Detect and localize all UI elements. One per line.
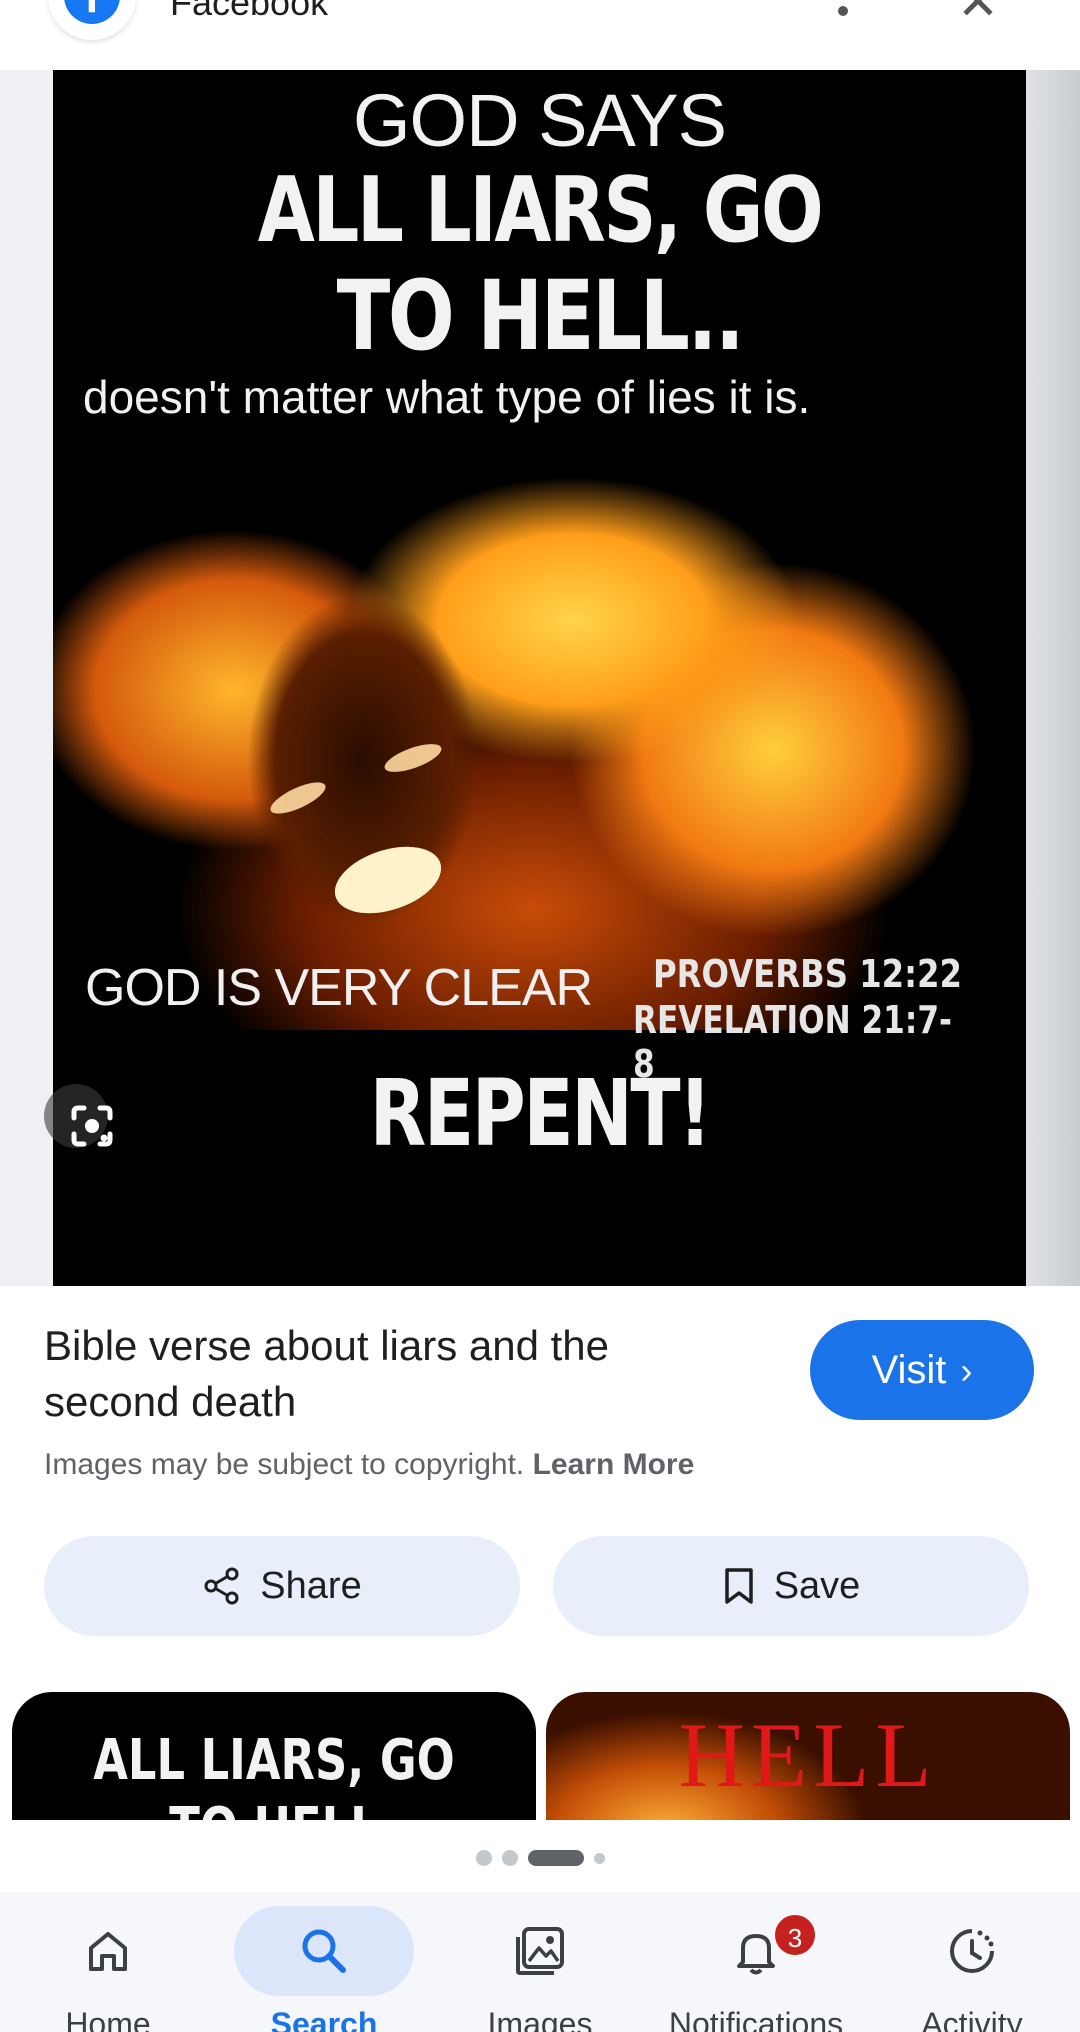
activity-icon (950, 1929, 994, 1973)
nav-activity[interactable]: Activity (872, 1892, 1072, 2032)
notification-badge: 3 (772, 1912, 818, 1958)
nav-search[interactable]: Search (224, 1892, 424, 2032)
pager-dot-active (527, 1850, 584, 1866)
fire-face-illustration (53, 430, 1026, 1030)
image-text-line2: ALL LIARS, GO (257, 158, 824, 263)
save-button[interactable]: Save (553, 1536, 1029, 1636)
bottom-navigation: Home Search Images 3 Notifications Activ… (0, 1892, 1080, 2032)
home-icon (89, 1932, 127, 1971)
nav-icon-wrap (234, 1906, 414, 1996)
face-mouth (326, 834, 450, 926)
related-image-text: TO HELL (64, 1796, 483, 1820)
related-image[interactable]: HELL (546, 1692, 1070, 1820)
nav-images[interactable]: Images (440, 1892, 640, 2032)
top-bar: f Facebook ✕ (0, 0, 1080, 70)
pager-dot (475, 1850, 492, 1866)
nav-notifications[interactable]: 3 Notifications (656, 1892, 856, 2032)
save-label: Save (773, 1564, 861, 1607)
image-text-line1: GOD SAYS (352, 79, 727, 162)
image-text-ref1: PROVERBS 12:22 (653, 952, 963, 996)
facebook-logo: f (48, 0, 136, 40)
image-viewer: GOD SAYS ALL LIARS, GO TO HELL.. doesn't… (0, 70, 1080, 1286)
nav-label: Notifications (668, 2006, 844, 2032)
nav-label: Images (487, 2006, 593, 2032)
facebook-icon: f (64, 0, 120, 24)
bookmark-icon (722, 1566, 756, 1606)
nav-home[interactable]: Home (8, 1892, 208, 2032)
nav-label: Search (270, 2006, 378, 2032)
share-icon (202, 1566, 242, 1606)
face-eye (266, 776, 330, 820)
image-text-line6: REPENT! (369, 1060, 712, 1167)
previous-image-peek[interactable] (0, 70, 53, 1286)
next-image-peek[interactable] (1026, 70, 1080, 1286)
nav-icon-wrap (666, 1906, 846, 1996)
nav-icon-wrap (450, 1906, 630, 1996)
learn-more-link[interactable]: Learn More (533, 1448, 695, 1481)
image-text-line5: GOD IS VERY CLEAR (85, 959, 593, 1017)
lens-icon[interactable] (68, 1102, 116, 1150)
share-button[interactable]: Share (44, 1536, 520, 1636)
copyright-notice: Images may be subject to copyright. Lear… (44, 1448, 694, 1482)
source-name[interactable]: Facebook (170, 0, 328, 24)
main-image[interactable]: GOD SAYS ALL LIARS, GO TO HELL.. doesn't… (53, 70, 1026, 1286)
pager-dot (593, 1852, 605, 1864)
visit-button[interactable]: Visit › (810, 1320, 1034, 1420)
image-text-line4: doesn't matter what type of lies it is. (83, 371, 811, 423)
image-text-line3: TO HELL.. (336, 260, 745, 372)
pager-dot (501, 1850, 518, 1866)
share-label: Share (260, 1564, 362, 1607)
result-title[interactable]: Bible verse about liars and the second d… (44, 1318, 744, 1430)
copyright-text: Images may be subject to copyright. (44, 1448, 525, 1481)
related-image-text: HELL (678, 1704, 938, 1806)
chevron-right-icon: › (960, 1350, 973, 1391)
pager-indicator (0, 1848, 1080, 1868)
more-options-icon[interactable] (828, 0, 858, 30)
nav-label: Activity (921, 2006, 1023, 2032)
nav-icon-wrap (882, 1906, 1062, 1996)
search-icon (302, 1929, 346, 1973)
visit-label: Visit (871, 1348, 947, 1392)
related-image-text: ALL LIARS, GO (93, 1728, 455, 1793)
related-images: ALL LIARS, GO TO HELL HELL (0, 1692, 1080, 1820)
nav-label: Home (65, 2006, 151, 2032)
related-image[interactable]: ALL LIARS, GO TO HELL (12, 1692, 536, 1820)
nav-icon-wrap (18, 1906, 198, 1996)
close-icon[interactable]: ✕ (950, 0, 1006, 27)
face-eye (381, 738, 445, 778)
images-icon (516, 1927, 564, 1975)
